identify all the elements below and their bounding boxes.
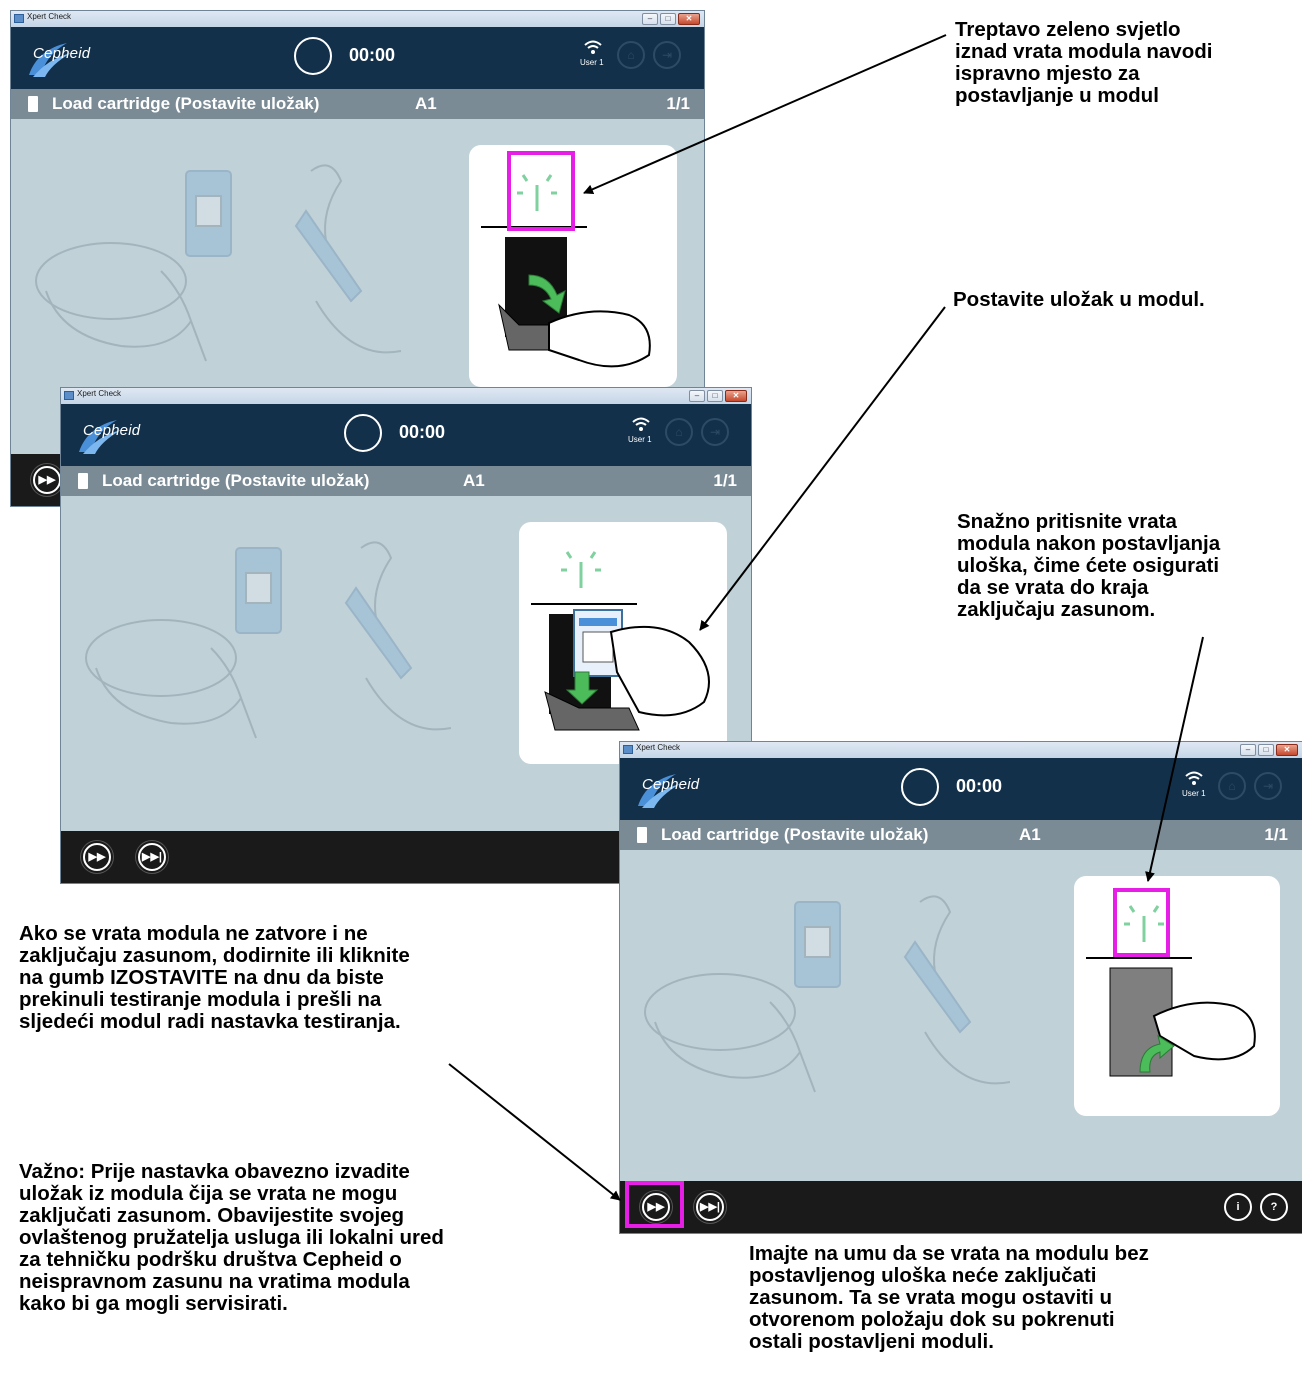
note-green-light: Treptavo zeleno svjetlo iznad vrata modu…: [955, 18, 1213, 107]
note-important: Važno: Prije nastavka obavezno izvadite …: [19, 1160, 444, 1315]
arrow-to-skip-button: [448, 1063, 621, 1201]
arrow-to-green-light: [583, 34, 947, 194]
arrow-to-door: [1145, 636, 1204, 882]
note-press-door: Snažno pritisnite vrata modula nakon pos…: [957, 510, 1221, 621]
note-insert-cartridge: Postavite uložak u modul.: [953, 288, 1205, 311]
arrow-to-module: [699, 306, 946, 631]
note-skip-module: Ako se vrata modula ne zatvore i ne zakl…: [19, 922, 410, 1033]
note-empty-modules: Imajte na umu da se vrata na modulu bez …: [749, 1242, 1149, 1353]
